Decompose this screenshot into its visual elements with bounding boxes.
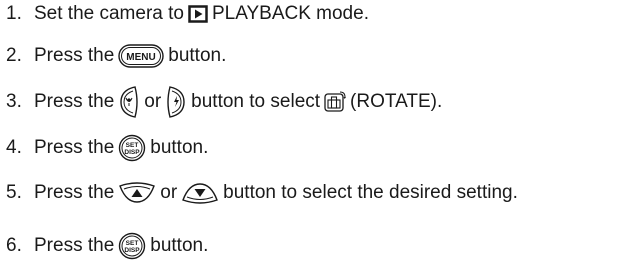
disp-label: DISP	[125, 247, 141, 254]
step-text: PLAYBACK mode.	[211, 3, 369, 24]
step-number: 4.	[6, 137, 22, 158]
disp-label: DISP	[125, 149, 141, 156]
step-number: 2.	[6, 45, 22, 66]
set-disp-button-icon: SET DISP	[118, 232, 146, 260]
step-text: or	[144, 91, 162, 112]
menu-button-icon: MENU	[118, 44, 164, 68]
step-5: 5. Press the or button to select the des…	[6, 182, 518, 204]
step-1: 1. Set the camera to PLAYBACK mode.	[6, 3, 369, 25]
rotate-icon	[324, 91, 347, 113]
step-text: or	[160, 182, 178, 203]
step-number: 5.	[6, 182, 22, 203]
step-text: Press the	[34, 45, 115, 66]
step-text: button.	[168, 45, 227, 66]
set-label: SET	[126, 142, 139, 149]
down-button-icon	[181, 182, 219, 204]
step-text: button.	[150, 235, 209, 256]
step-number: 3.	[6, 91, 22, 112]
step-text: Press the	[34, 91, 115, 112]
step-text: button to select	[191, 91, 321, 112]
step-text: button.	[150, 137, 209, 158]
up-button-icon	[118, 182, 156, 204]
step-text: (ROTATE).	[350, 91, 443, 112]
step-number: 6.	[6, 235, 22, 256]
step-text: Set the camera to	[34, 3, 184, 24]
step-2: 2. Press the MENU button.	[6, 44, 226, 68]
instruction-list: 1. Set the camera to PLAYBACK mode. 2. P…	[0, 0, 625, 268]
macro-left-button-icon	[118, 85, 140, 119]
step-4: 4. Press the SET DISP button.	[6, 134, 208, 162]
set-disp-button-icon: SET DISP	[118, 134, 146, 162]
step-text: Press the	[34, 182, 115, 203]
flash-right-button-icon	[165, 85, 187, 119]
step-6: 6. Press the SET DISP button.	[6, 232, 208, 260]
step-text: Press the	[34, 235, 115, 256]
step-3: 3. Press the or button to select (ROTATE…	[6, 85, 442, 119]
step-text: button to select the desired setting.	[223, 182, 518, 203]
menu-label: MENU	[127, 52, 156, 63]
set-label: SET	[126, 240, 139, 247]
step-text: Press the	[34, 137, 115, 158]
playback-mode-icon	[188, 5, 208, 23]
step-number: 1.	[6, 3, 22, 24]
